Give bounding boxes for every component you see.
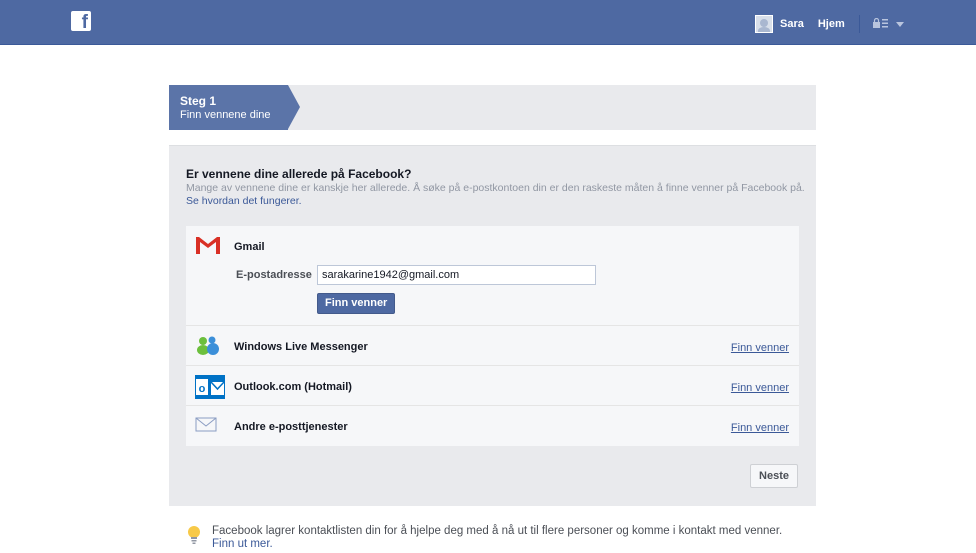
provider-name: Windows Live Messenger (234, 341, 368, 353)
privacy-note-text: Facebook lagrer kontaktlisten din for å … (212, 525, 783, 550)
provider-other[interactable]: Andre e-posttjenester Finn venner (186, 406, 799, 446)
gmail-find-friends-button[interactable]: Finn venner (317, 293, 396, 314)
learn-more-link[interactable]: Finn ut mer. (212, 538, 273, 550)
lightbulb-icon (187, 525, 201, 545)
other-find-friends-link[interactable]: Finn venner (731, 422, 789, 434)
privacy-note: Facebook lagrer kontaktlisten din for å … (187, 525, 807, 551)
intro-section: Er vennene dine allerede på Facebook? Ma… (186, 167, 806, 208)
how-it-works-link[interactable]: Se hvordan det fungerer. (186, 195, 302, 207)
lock-icon[interactable] (872, 17, 889, 31)
step-progress-bar: Steg 1 Finn vennene dine (169, 85, 816, 130)
top-navigation-bar: f Sara Hjem (0, 0, 976, 45)
outlook-find-friends-link[interactable]: Finn venner (731, 382, 789, 394)
step-1: Steg 1 Finn vennene dine (169, 85, 300, 130)
provider-name: Andre e-posttjenester (234, 421, 348, 433)
gmail-icon (195, 235, 220, 257)
intro-heading: Er vennene dine allerede på Facebook? (186, 167, 412, 181)
provider-name: Outlook.com (Hotmail) (234, 381, 352, 393)
provider-outlook[interactable]: o Outlook.com (Hotmail) Finn venner (186, 366, 799, 406)
profile-link[interactable]: Sara (780, 18, 804, 30)
facebook-logo-icon[interactable]: f (71, 11, 91, 33)
svg-text:o: o (199, 383, 206, 395)
envelope-icon (195, 415, 219, 437)
messenger-find-friends-link[interactable]: Finn venner (731, 342, 789, 354)
user-navigation: Sara Hjem (755, 14, 904, 34)
find-friends-panel: Er vennene dine allerede på Facebook? Ma… (169, 145, 816, 506)
step-title: Steg 1 (180, 94, 217, 108)
provider-gmail: Gmail E-postadresse Finn venner (186, 226, 799, 326)
email-row: E-postadresse (236, 265, 596, 285)
outlook-icon: o (195, 375, 225, 399)
email-field[interactable] (317, 265, 596, 285)
provider-name: Gmail (234, 241, 265, 253)
email-provider-list: Gmail E-postadresse Finn venner Windows … (186, 226, 799, 446)
avatar[interactable] (755, 15, 773, 33)
step-subtitle: Finn vennene dine (180, 109, 271, 121)
provider-messenger[interactable]: Windows Live Messenger Finn venner (186, 326, 799, 366)
next-button[interactable]: Neste (750, 464, 798, 488)
caret-down-icon[interactable] (895, 21, 904, 27)
divider (858, 15, 860, 33)
email-label: E-postadresse (236, 269, 312, 281)
intro-description: Mange av vennene dine er kanskje her all… (186, 182, 805, 207)
messenger-icon (195, 335, 219, 357)
home-link[interactable]: Hjem (818, 18, 845, 30)
